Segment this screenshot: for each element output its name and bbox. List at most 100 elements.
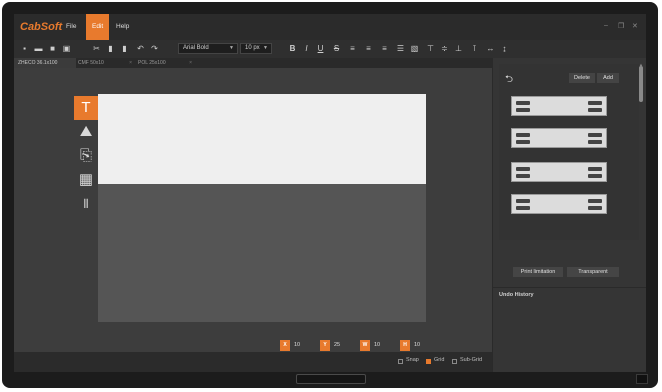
template-tab — [588, 140, 602, 144]
tab-label: ZHECO 36.1x100 — [18, 60, 58, 66]
text-direction-icon[interactable]: ⊺ — [470, 44, 479, 53]
align-left-icon[interactable]: ≡ — [348, 44, 357, 53]
restore-icon[interactable]: ❐ — [618, 22, 624, 30]
template-item[interactable] — [511, 96, 607, 116]
grid-checkbox[interactable] — [426, 359, 431, 364]
new-icon[interactable]: ▪ — [20, 44, 29, 53]
status-bar: Snap Grid Sub-Grid — [14, 352, 492, 372]
open-icon[interactable]: ▬ — [34, 44, 43, 53]
font-size-value: 10 px — [245, 45, 260, 51]
print-icon[interactable]: ▣ — [62, 44, 71, 53]
template-tab — [588, 108, 602, 112]
underline-icon[interactable]: U — [316, 44, 325, 53]
tab-label: POL 25x100 — [138, 60, 166, 66]
align-middle-icon[interactable]: ≑ — [440, 44, 449, 53]
template-tab — [516, 167, 530, 171]
redo-icon[interactable]: ↷ — [150, 44, 159, 53]
panel-scrollbar[interactable] — [639, 66, 643, 102]
chevron-down-icon: ▼ — [263, 45, 268, 51]
toolbar: ▪ ▬ ■ ▣ ✂ ▮ ▮ ↶ ↷ Arial Bold ▼ 10 px ▼ B… — [14, 40, 646, 58]
minimize-icon[interactable]: – — [604, 22, 608, 29]
snap-checkbox[interactable] — [398, 359, 403, 364]
date-tool-icon[interactable]: ▦ — [74, 168, 98, 192]
x-value[interactable]: 10 mm — [294, 340, 303, 359]
monitor-button — [636, 374, 648, 384]
monitor-stand — [296, 374, 366, 384]
chevron-down-icon: ▼ — [229, 45, 234, 51]
template-tab — [588, 167, 602, 171]
template-tab — [516, 108, 530, 112]
text-tool-icon[interactable]: T — [74, 96, 98, 120]
grid-label: Grid — [434, 357, 445, 363]
italic-icon[interactable]: I — [302, 44, 311, 53]
copy-icon[interactable]: ▮ — [106, 44, 115, 53]
template-tab — [516, 174, 530, 178]
template-tab — [588, 133, 602, 137]
w-badge: W — [360, 340, 370, 351]
h-value[interactable]: 10 mm — [414, 340, 423, 359]
text-height-icon[interactable]: ↨ — [500, 44, 509, 53]
image-align-icon[interactable]: ▧ — [410, 44, 419, 53]
template-tab — [516, 101, 530, 105]
subgrid-checkbox[interactable] — [452, 359, 457, 364]
template-tab — [588, 199, 602, 203]
save-icon[interactable]: ■ — [48, 44, 57, 53]
template-tab — [588, 174, 602, 178]
font-family-value: Arial Bold — [183, 45, 209, 51]
import-tool-icon[interactable]: ⎘ — [74, 144, 98, 168]
justify-icon[interactable]: ☰ — [396, 44, 405, 53]
tab-document-2[interactable]: CMF 50x10 × — [74, 58, 136, 68]
subgrid-label: Sub-Grid — [460, 357, 483, 363]
h-badge: H — [400, 340, 410, 351]
y-badge: Y — [320, 340, 330, 351]
menu-edit[interactable]: Edit — [86, 14, 110, 40]
snap-label: Snap — [406, 357, 419, 363]
align-bottom-icon[interactable]: ⊥ — [454, 44, 463, 53]
bold-icon[interactable]: B — [288, 44, 297, 53]
template-item[interactable] — [511, 194, 607, 214]
app-logo: CabSoft — [20, 21, 63, 33]
align-top-icon[interactable]: ⊤ — [426, 44, 435, 53]
delete-button[interactable]: Delete — [569, 73, 595, 83]
print-limitation-button[interactable]: Print limitation — [513, 267, 563, 277]
label-canvas[interactable] — [98, 94, 426, 184]
menu-bar: CabSoft File Edit Help – ❐ ✕ — [14, 14, 646, 40]
close-icon[interactable]: ✕ — [632, 22, 638, 30]
align-right-icon[interactable]: ≡ — [380, 44, 389, 53]
paste-icon[interactable]: ▮ — [120, 44, 129, 53]
align-center-icon[interactable]: ≡ — [364, 44, 373, 53]
template-tab — [516, 199, 530, 203]
template-item[interactable] — [511, 162, 607, 182]
template-tab — [516, 140, 530, 144]
template-tab — [588, 206, 602, 210]
barcode-tool-icon[interactable]: ⦀ — [74, 192, 98, 216]
cut-icon[interactable]: ✂ — [92, 44, 101, 53]
w-value[interactable]: 10 mm — [374, 340, 383, 359]
tab-document-3[interactable]: POL 25x100 × — [134, 58, 196, 68]
close-tab-icon[interactable]: × — [129, 58, 132, 68]
font-family-select[interactable]: Arial Bold ▼ — [178, 43, 238, 54]
tab-document-1[interactable]: ZHECO 36.1x100 — [14, 58, 76, 68]
tab-label: CMF 50x10 — [78, 60, 104, 66]
template-tab — [588, 101, 602, 105]
template-tab — [516, 206, 530, 210]
text-width-icon[interactable]: ↔ — [486, 44, 495, 53]
workspace: T ⛰ ⎘ ▦ ⦀ X 10 mm Y 25 mm W 10 mm H 10 m… — [14, 68, 492, 359]
undo-icon[interactable]: ↶ — [136, 44, 145, 53]
y-value[interactable]: 25 mm — [334, 340, 343, 359]
app-window: CabSoft File Edit Help – ❐ ✕ ▪ ▬ ■ ▣ ✂ ▮… — [14, 14, 646, 372]
x-badge: X — [280, 340, 290, 351]
template-item[interactable] — [511, 128, 607, 148]
templates-panel: ⮌ Delete Add ▲ Print limitation Transpar… — [492, 58, 646, 372]
template-tab — [516, 133, 530, 137]
back-icon[interactable]: ⮌ — [505, 72, 513, 89]
menu-file[interactable]: File — [60, 14, 82, 40]
close-tab-icon[interactable]: × — [189, 58, 192, 68]
strikethrough-icon[interactable]: S — [332, 44, 341, 53]
image-tool-icon[interactable]: ⛰ — [74, 120, 98, 144]
add-button[interactable]: Add — [597, 73, 619, 83]
transparent-button[interactable]: Transparent — [567, 267, 619, 277]
divider — [493, 287, 646, 288]
menu-help[interactable]: Help — [110, 14, 135, 40]
font-size-select[interactable]: 10 px ▼ — [240, 43, 272, 54]
